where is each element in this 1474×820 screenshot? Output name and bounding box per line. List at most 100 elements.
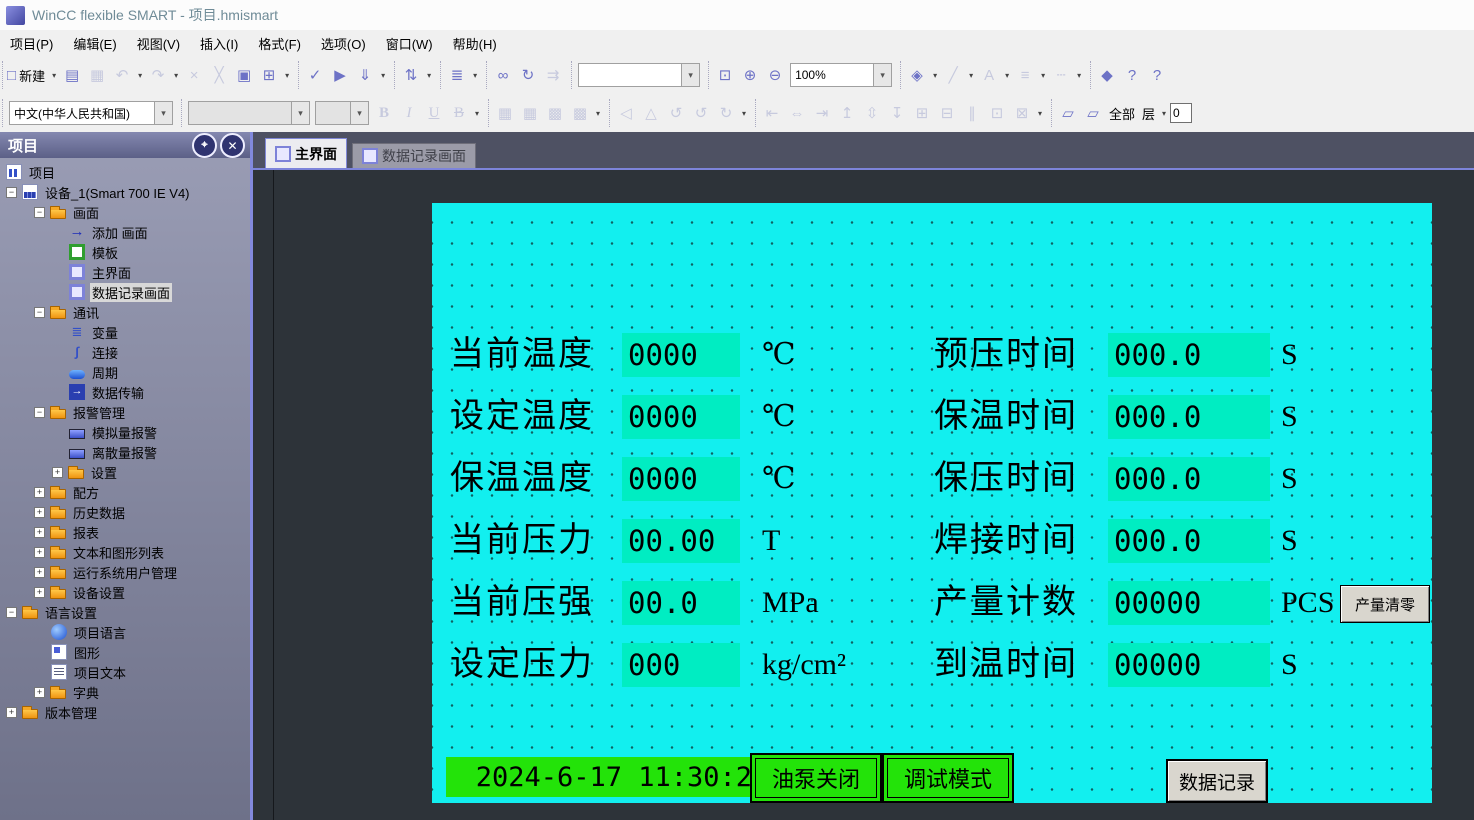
chevron-down-icon[interactable]: ▾ bbox=[171, 71, 181, 80]
help-book-button[interactable]: ◆ bbox=[1095, 63, 1119, 87]
tree-item-project-languages[interactable]: 项目语言 bbox=[0, 622, 252, 642]
new-button[interactable]: □新建 bbox=[7, 63, 48, 87]
menu-item-5[interactable]: 选项(O) bbox=[311, 34, 376, 53]
chevron-down-icon[interactable]: ▾ bbox=[472, 109, 482, 118]
context-help-button[interactable]: ? bbox=[1145, 63, 1169, 87]
expand-icon[interactable]: + bbox=[34, 547, 45, 558]
hmi-io-field-right-3[interactable]: 000.0 bbox=[1108, 519, 1270, 563]
chevron-down-icon[interactable]: ▾ bbox=[1002, 71, 1012, 80]
fill-color-button[interactable]: ◈ bbox=[905, 63, 929, 87]
pin-icon[interactable]: ⌖ bbox=[192, 133, 217, 158]
hmi-io-field-right-5[interactable]: 00000 bbox=[1108, 643, 1270, 687]
hmi-pump-off-button[interactable]: 油泵关闭 bbox=[750, 753, 882, 803]
tree-item-alarm-settings[interactable]: +设置 bbox=[0, 462, 252, 482]
tree-item-tags[interactable]: 变量 bbox=[0, 322, 252, 342]
tree-item-data-log-screen[interactable]: 数据记录画面 bbox=[0, 282, 252, 302]
hmi-io-field-left-4[interactable]: 00.0 bbox=[622, 581, 740, 625]
open-button[interactable]: ▤ bbox=[60, 63, 84, 87]
hmi-io-field-left-2[interactable]: 0000 bbox=[622, 457, 740, 501]
copy-button[interactable]: ▣ bbox=[232, 63, 256, 87]
hmi-datetime-field[interactable]: 2024-6-17 11:30:26 bbox=[446, 757, 798, 797]
tree-item-project[interactable]: 项目 bbox=[0, 162, 252, 182]
tree-item-template[interactable]: 模板 bbox=[0, 242, 252, 262]
zoom-level-combo[interactable]: 100%▾ bbox=[790, 63, 892, 87]
chevron-down-icon[interactable]: ▾ bbox=[350, 102, 368, 124]
menu-item-3[interactable]: 插入(I) bbox=[190, 34, 248, 53]
chevron-down-icon[interactable]: ▾ bbox=[1159, 109, 1169, 118]
chevron-down-icon[interactable]: ▾ bbox=[593, 109, 603, 118]
chevron-down-icon[interactable]: ▾ bbox=[424, 71, 434, 80]
hmi-io-field-left-0[interactable]: 0000 bbox=[622, 333, 740, 377]
tree-item-language-settings[interactable]: −语言设置 bbox=[0, 602, 252, 622]
menu-item-2[interactable]: 视图(V) bbox=[127, 34, 190, 53]
hmi-data-log-button[interactable]: 数据记录 bbox=[1166, 759, 1268, 803]
expand-icon[interactable]: + bbox=[34, 567, 45, 578]
tree-item-alarm-management[interactable]: −报警管理 bbox=[0, 402, 252, 422]
chevron-down-icon[interactable]: ▾ bbox=[739, 109, 749, 118]
tree-item-graphics[interactable]: 图形 bbox=[0, 642, 252, 662]
tree-item-reports[interactable]: +报表 bbox=[0, 522, 252, 542]
replace-button[interactable]: ↻ bbox=[516, 63, 540, 87]
tree-item-device-settings[interactable]: +设备设置 bbox=[0, 582, 252, 602]
collapse-icon[interactable]: − bbox=[34, 207, 45, 218]
collapse-icon[interactable]: − bbox=[6, 187, 17, 198]
menu-item-1[interactable]: 编辑(E) bbox=[63, 34, 126, 53]
expand-icon[interactable]: + bbox=[34, 587, 45, 598]
chevron-down-icon[interactable]: ▾ bbox=[930, 71, 940, 80]
help-topics-button[interactable]: ? bbox=[1120, 63, 1144, 87]
tree-item-screens[interactable]: −画面 bbox=[0, 202, 252, 222]
font-size-combo[interactable]: ▾ bbox=[315, 101, 369, 125]
chevron-down-icon[interactable]: ▾ bbox=[291, 102, 309, 124]
expand-icon[interactable]: + bbox=[34, 507, 45, 518]
generate-button[interactable]: ▶ bbox=[328, 63, 352, 87]
chevron-down-icon[interactable]: ▾ bbox=[966, 71, 976, 80]
zoom-area-button[interactable]: ⊡ bbox=[713, 63, 737, 87]
tree-item-text-graphic-lists[interactable]: +文本和图形列表 bbox=[0, 542, 252, 562]
chevron-down-icon[interactable]: ▾ bbox=[470, 71, 480, 80]
sort-button[interactable]: ⇅ bbox=[399, 63, 423, 87]
zoom-out-button[interactable]: ⊖ bbox=[763, 63, 787, 87]
language-combo[interactable]: 中文(中华人民共和国)▾ bbox=[9, 101, 173, 125]
hmi-io-field-left-3[interactable]: 00.00 bbox=[622, 519, 740, 563]
hmi-debug-mode-button[interactable]: 调试模式 bbox=[882, 753, 1014, 803]
hmi-io-field-right-0[interactable]: 000.0 bbox=[1108, 333, 1270, 377]
expand-icon[interactable]: + bbox=[34, 487, 45, 498]
hmi-io-field-left-1[interactable]: 0000 bbox=[622, 395, 740, 439]
hmi-reset-count-button[interactable]: 产量清零 bbox=[1340, 585, 1430, 623]
tree-item-discrete-alarms[interactable]: 离散量报警 bbox=[0, 442, 252, 462]
bring-forward-button[interactable]: ▱ bbox=[1056, 101, 1080, 125]
chevron-down-icon[interactable]: ▾ bbox=[154, 102, 172, 124]
hmi-io-field-right-1[interactable]: 000.0 bbox=[1108, 395, 1270, 439]
menu-item-7[interactable]: 帮助(H) bbox=[443, 34, 507, 53]
send-backward-button[interactable]: ▱ bbox=[1081, 101, 1105, 125]
zoom-in-button[interactable]: ⊕ bbox=[738, 63, 762, 87]
chevron-down-icon[interactable]: ▾ bbox=[378, 71, 388, 80]
font-combo[interactable]: ▾ bbox=[188, 101, 310, 125]
expand-icon[interactable]: + bbox=[34, 687, 45, 698]
chevron-down-icon[interactable]: ▾ bbox=[873, 64, 891, 86]
find-button[interactable]: ≣ bbox=[445, 63, 469, 87]
hmi-io-field-right-2[interactable]: 000.0 bbox=[1108, 457, 1270, 501]
tree-item-runtime-user-admin[interactable]: +运行系统用户管理 bbox=[0, 562, 252, 582]
chevron-down-icon[interactable]: ▾ bbox=[135, 71, 145, 80]
hmi-io-field-left-5[interactable]: 000 bbox=[622, 643, 740, 687]
object-combo[interactable]: ▾ bbox=[578, 63, 700, 87]
tree-item-device-1[interactable]: −设备_1(Smart 700 IE V4) bbox=[0, 182, 252, 202]
tree-item-connections[interactable]: 连接 bbox=[0, 342, 252, 362]
tree-item-historical-data[interactable]: +历史数据 bbox=[0, 502, 252, 522]
tab-data-log-screen[interactable]: 数据记录画面 bbox=[352, 143, 476, 168]
tab-main-screen[interactable]: 主界面 bbox=[265, 138, 347, 168]
tree-item-cycles[interactable]: 周期 bbox=[0, 362, 252, 382]
menu-item-4[interactable]: 格式(F) bbox=[248, 34, 311, 53]
expand-icon[interactable]: + bbox=[52, 467, 63, 478]
tree-item-version-management[interactable]: +版本管理 bbox=[0, 702, 252, 722]
collapse-icon[interactable]: − bbox=[34, 307, 45, 318]
layer-input[interactable] bbox=[1170, 103, 1192, 123]
menu-item-0[interactable]: 项目(P) bbox=[0, 34, 63, 53]
chevron-down-icon[interactable]: ▾ bbox=[282, 71, 292, 80]
hmi-io-field-right-4[interactable]: 00000 bbox=[1108, 581, 1270, 625]
tree-item-project-texts[interactable]: 项目文本 bbox=[0, 662, 252, 682]
tree-item-dictionaries[interactable]: +字典 bbox=[0, 682, 252, 702]
find-in-project-button[interactable]: ∞ bbox=[491, 63, 515, 87]
tree-item-main-screen[interactable]: 主界面 bbox=[0, 262, 252, 282]
